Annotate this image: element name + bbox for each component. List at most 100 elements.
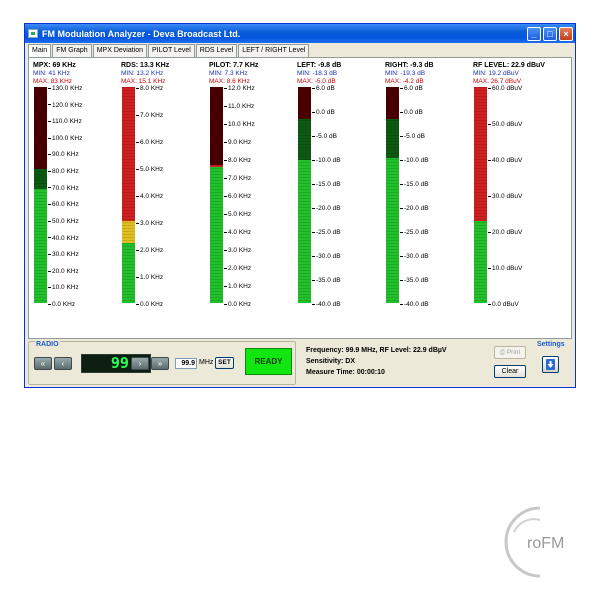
measure-time-info: Measure Time: 00:00:10 <box>306 369 385 376</box>
scale-tick-label: 90.0 KHz <box>48 151 79 158</box>
scale-tick-label: -40.0 dB <box>400 301 429 308</box>
title-bar[interactable]: FM Modulation Analyzer - Deva Broadcast … <box>25 24 575 43</box>
meter-title: RIGHT: -9.3 dB <box>385 62 434 69</box>
scale-tick-label: 110.0 KHz <box>48 118 82 125</box>
frequency-input[interactable]: 99.9 <box>175 358 197 369</box>
radio-label: RADIO <box>35 341 60 348</box>
meter-segments <box>474 87 487 303</box>
scale-tick-label: 7.0 KHz <box>136 112 163 119</box>
scale-tick-label: 70.0 KHz <box>48 185 79 192</box>
meter-scale: 8.0 KHz 7.0 KHz 6.0 KHz 5.0 KHz 4.0 KHz 3.0 K… <box>136 85 206 308</box>
minimize-icon[interactable]: _ <box>527 26 541 41</box>
scale-tick-label: 2.0 KHz <box>136 247 163 254</box>
scale-tick-label: -10.0 dB <box>312 157 341 164</box>
print-button[interactable]: ⎙ Print <box>494 346 526 359</box>
scale-tick-label: -20.0 dB <box>400 205 429 212</box>
scale-tick-label: 4.0 KHz <box>136 193 163 200</box>
meter-5: RIGHT: -9.3 dB MIN: -19.3 dB MAX: -4.2 dB 6… <box>385 58 471 338</box>
bottom-bar: RADIO « ‹ 99.9 › » 99.9 MHz SET READY Fr… <box>28 341 572 385</box>
scale-tick-label: 50.0 dBuV <box>488 121 522 128</box>
seek-forward-button[interactable]: › <box>131 357 149 370</box>
meter-bar <box>210 87 223 303</box>
app-icon <box>28 29 38 38</box>
scale-tick-label: 8.0 KHz <box>136 85 163 92</box>
sensitivity-info: Sensitivity: DX <box>306 358 356 365</box>
window-title: FM Modulation Analyzer - Deva Broadcast … <box>42 28 241 39</box>
settings-label: Settings <box>537 341 565 348</box>
scale-tick-label: 5.0 KHz <box>224 211 251 218</box>
profm-logo: roFM <box>504 506 564 578</box>
scale-tick-label: 2.0 KHz <box>224 265 251 272</box>
scale-tick-label: 6.0 KHz <box>224 193 251 200</box>
meter-panel: MPX: 69 KHz MIN: 41 KHz MAX: 83 KHz 130.0 K… <box>28 57 572 339</box>
scale-tick-label: 6.0 KHz <box>136 139 163 146</box>
scale-tick-label: 40.0 dBuV <box>488 157 522 164</box>
scale-tick-label: 3.0 KHz <box>224 247 251 254</box>
meter-scale: 12.0 KHz 11.0 KHz 10.0 KHz 9.0 KHz 8.0 KHz 7.… <box>224 85 294 308</box>
seek-back-fast-button[interactable]: « <box>34 357 52 370</box>
print-label: Print <box>506 349 521 356</box>
app-window: FM Modulation Analyzer - Deva Broadcast … <box>24 23 576 388</box>
scale-tick-label: -30.0 dB <box>400 253 429 260</box>
seek-back-button[interactable]: ‹ <box>54 357 72 370</box>
tab-pilot-level[interactable]: PILOT Level <box>148 44 195 57</box>
scale-tick-label: 80.0 KHz <box>48 168 79 175</box>
scale-tick-label: -20.0 dB <box>312 205 341 212</box>
meter-segments <box>210 87 223 303</box>
tab-mpx-deviation[interactable]: MPX Deviation <box>92 44 147 57</box>
scale-tick-label: -5.0 dB <box>400 133 425 140</box>
scale-tick-label: 40.0 KHz <box>48 235 79 242</box>
arrow-down-icon <box>546 359 555 370</box>
scale-tick-label: 10.0 dBuV <box>488 265 522 272</box>
meter-title: LEFT: -9.8 dB <box>297 62 342 69</box>
scale-tick-label: -40.0 dB <box>312 301 341 308</box>
scale-tick-label: 30.0 KHz <box>48 251 79 258</box>
radio-group: RADIO « ‹ 99.9 › » 99.9 MHz SET READY <box>28 341 296 385</box>
scale-tick-label: 60.0 dBuV <box>488 85 522 92</box>
scale-tick-label: -25.0 dB <box>400 229 429 236</box>
scale-tick-label: 6.0 dB <box>400 85 423 92</box>
meter-3: PILOT: 7.7 KHz MIN: 7.3 KHz MAX: 8.6 KHz 12… <box>209 58 295 338</box>
meter-min: MIN: 19.2 dBuV <box>473 70 519 77</box>
scale-tick-label: 1.0 KHz <box>136 274 163 281</box>
scale-tick-label: 9.0 KHz <box>224 139 251 146</box>
tab-left-right-level[interactable]: LEFT / RIGHT Level <box>238 44 310 57</box>
meter-bar <box>34 87 47 303</box>
scale-tick-label: 20.0 KHz <box>48 268 79 275</box>
scale-tick-label: 4.0 KHz <box>224 229 251 236</box>
scale-tick-label: 30.0 dBuV <box>488 193 522 200</box>
meter-bar <box>122 87 135 303</box>
scale-tick-label: 5.0 KHz <box>136 166 163 173</box>
scale-tick-label: 50.0 KHz <box>48 218 79 225</box>
scale-tick-label: 1.0 KHz <box>224 283 251 290</box>
tab-fm-graph[interactable]: FM Graph <box>52 44 92 57</box>
tab-rds-level[interactable]: RDS Level <box>195 44 238 57</box>
scale-tick-label: 6.0 dB <box>312 85 335 92</box>
close-icon[interactable]: × <box>559 26 573 41</box>
scale-tick-label: 0.0 dB <box>400 109 423 116</box>
meter-segments <box>298 87 311 303</box>
measurement-info: Frequency: 99.9 MHz, RF Level: 22.9 dBµV… <box>306 345 447 378</box>
seek-forward-fast-button[interactable]: » <box>151 357 169 370</box>
scale-tick-label: 0.0 KHz <box>48 301 75 308</box>
logo-text: roFM <box>527 535 564 552</box>
scale-tick-label: 0.0 dBuV <box>488 301 519 308</box>
scale-tick-label: -5.0 dB <box>312 133 337 140</box>
settings-button[interactable] <box>542 356 559 373</box>
scale-tick-label: 0.0 KHz <box>224 301 251 308</box>
scale-tick-label: -15.0 dB <box>400 181 429 188</box>
scale-tick-label: 7.0 KHz <box>224 175 251 182</box>
meter-bar <box>386 87 399 303</box>
meter-min: MIN: 13.2 KHz <box>121 70 164 77</box>
tab-main[interactable]: Main <box>28 44 52 58</box>
frequency-unit: MHz <box>199 359 214 366</box>
meter-min: MIN: -18.3 dB <box>297 70 338 77</box>
meter-title: RDS: 13.3 KHz <box>121 62 170 69</box>
meter-1: MPX: 69 KHz MIN: 41 KHz MAX: 83 KHz 130.0 K… <box>33 58 119 338</box>
meter-scale: 6.0 dB 0.0 dB -5.0 dB -10.0 dB -15.0 dB -20.0… <box>312 85 382 308</box>
clear-button[interactable]: Clear <box>494 365 526 378</box>
meter-scale: 60.0 dBuV 50.0 dBuV 40.0 dBuV 30.0 dBuV 20.0… <box>488 85 558 308</box>
set-button[interactable]: SET <box>215 357 234 369</box>
maximize-icon[interactable]: □ <box>543 26 557 41</box>
meter-4: LEFT: -9.8 dB MIN: -18.3 dB MAX: -5.0 dB 6.… <box>297 58 383 338</box>
